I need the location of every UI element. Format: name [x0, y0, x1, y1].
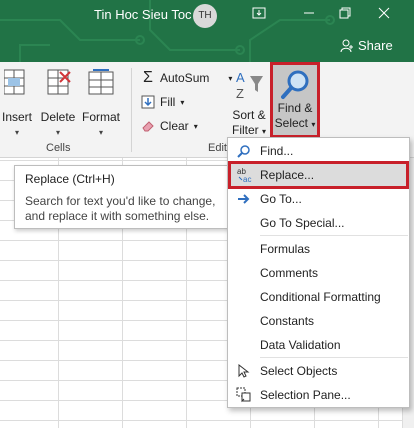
- menu-item-label: Go To Special...: [260, 216, 345, 230]
- user-avatar[interactable]: TH: [193, 4, 217, 28]
- menu-item-label: Conditional Formatting: [260, 290, 381, 304]
- close-button[interactable]: [370, 4, 398, 26]
- menu-item-selection-pane[interactable]: Selection Pane...: [228, 383, 409, 407]
- menu-item-label: Select Objects: [260, 364, 338, 378]
- menu-item-go-to-special[interactable]: Go To Special...: [228, 211, 409, 235]
- delete-button[interactable]: Delete ▾: [38, 68, 78, 140]
- sigma-icon: Σ: [143, 69, 153, 86]
- menu-item-formulas[interactable]: Formulas: [228, 237, 409, 261]
- menu-item-comments[interactable]: Comments: [228, 261, 409, 285]
- menu-item-conditional-formatting[interactable]: Conditional Formatting: [228, 285, 409, 309]
- find-select-button[interactable]: Find & Select ▾: [270, 62, 320, 138]
- find-select-menu: Find... ab ac Replace... Go To... Go To S…: [227, 137, 410, 408]
- menu-item-constants[interactable]: Constants: [228, 309, 409, 333]
- selection-pane-icon: [228, 383, 260, 407]
- group-separator: [131, 68, 132, 152]
- cells-group-label: Cells: [46, 142, 71, 154]
- restore-button[interactable]: [331, 4, 359, 26]
- find-select-label-2: Select ▾: [274, 116, 316, 130]
- menu-item-label: Find...: [260, 144, 294, 158]
- chevron-down-icon: ▾: [193, 121, 198, 131]
- replace-tooltip: Replace (Ctrl+H) Search for text you'd l…: [14, 165, 232, 229]
- fill-button[interactable]: Fill ▾: [141, 92, 184, 112]
- menu-item-go-to[interactable]: Go To...: [228, 187, 409, 211]
- menu-separator: [260, 357, 408, 358]
- sort-filter-icon: A Z: [236, 70, 263, 101]
- arrow-right-icon: [228, 187, 260, 211]
- menu-item-label: Constants: [260, 314, 315, 328]
- menu-item-data-validation[interactable]: Data Validation: [228, 333, 409, 357]
- clear-label: Clear: [160, 119, 189, 133]
- find-select-label-1: Find &: [277, 101, 313, 115]
- menu-item-label: Replace...: [260, 168, 315, 182]
- fill-label: Fill: [160, 95, 176, 109]
- menu-item-select-objects[interactable]: Select Objects: [228, 359, 409, 383]
- sort-filter-label-1: Sort &: [232, 108, 266, 122]
- magnifier-icon: [281, 70, 309, 99]
- menu-item-find[interactable]: Find...: [228, 139, 409, 163]
- replace-icon: ab ac: [231, 163, 260, 187]
- insert-button[interactable]: Insert ▾: [0, 68, 34, 140]
- share-label: Share: [358, 38, 393, 53]
- menu-separator: [260, 235, 408, 236]
- svg-text:ac: ac: [243, 175, 251, 183]
- person-icon: [340, 39, 353, 52]
- insert-label: Insert: [1, 110, 32, 124]
- tooltip-body-line-2: and replace it with something else.: [25, 209, 210, 223]
- menu-item-label: Comments: [260, 266, 319, 280]
- delete-cells-icon: [47, 69, 71, 95]
- search-icon: [228, 139, 260, 163]
- ribbon-display-options-icon[interactable]: [245, 4, 273, 26]
- share-button[interactable]: Share: [340, 38, 393, 53]
- autosum-button[interactable]: Σ AutoSum ▾: [141, 68, 232, 88]
- sort-filter-button[interactable]: A Z Sort & Filter ▾: [228, 68, 270, 139]
- window-title: Tin Hoc Sieu Toc: [94, 7, 192, 22]
- format-cells-icon: [88, 69, 114, 95]
- pointer-icon: [228, 359, 260, 383]
- chevron-down-icon: ▾: [180, 97, 185, 107]
- title-bar: Tin Hoc Sieu Toc TH Share: [0, 0, 414, 62]
- minimize-button[interactable]: [295, 4, 323, 26]
- tooltip-title: Replace (Ctrl+H): [25, 172, 115, 186]
- editing-group-label: Edit: [208, 142, 227, 154]
- menu-item-label: Data Validation: [260, 338, 341, 352]
- format-button[interactable]: Format ▾: [80, 68, 122, 140]
- insert-cells-icon: [3, 69, 25, 95]
- tooltip-body-line-1: Search for text you'd like to change,: [25, 194, 216, 208]
- menu-item-replace[interactable]: ab ac Replace...: [228, 161, 409, 189]
- autosum-label: AutoSum: [160, 71, 210, 85]
- menu-item-label: Selection Pane...: [260, 388, 351, 402]
- eraser-icon: [142, 121, 154, 132]
- menu-item-label: Formulas: [260, 242, 311, 256]
- menu-item-label: Go To...: [260, 192, 302, 206]
- format-label: Format: [81, 110, 120, 124]
- delete-label: Delete: [40, 110, 76, 124]
- svg-text:A: A: [236, 70, 245, 85]
- clear-button[interactable]: Clear ▾: [141, 116, 198, 136]
- svg-text:Z: Z: [236, 86, 244, 101]
- fill-down-icon: [141, 95, 155, 109]
